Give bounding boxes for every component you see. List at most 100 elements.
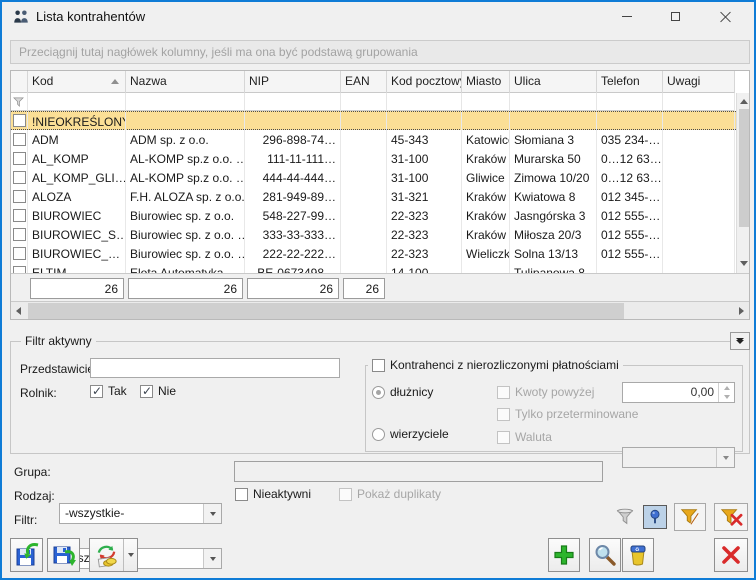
- pokaz-duplikaty-checkbox[interactable]: Pokaż duplikaty: [339, 487, 441, 501]
- radio-unselected-icon[interactable]: [372, 428, 385, 441]
- debtors-radio[interactable]: dłużnicy: [372, 385, 433, 399]
- table-row[interactable]: BIUROWIEC_S…Biurowiec sp. z o.o. …333-33…: [11, 225, 736, 244]
- checkbox-checked-icon[interactable]: [90, 385, 103, 398]
- horizontal-scrollbar-thumb[interactable]: [28, 303, 624, 319]
- column-header-kod-pocztowy[interactable]: Kod pocztowy: [387, 71, 462, 93]
- minimize-button[interactable]: [610, 2, 644, 30]
- przedstawiciel-input[interactable]: [90, 358, 340, 378]
- table-row[interactable]: AL_KOMP_GLI…AL-KOMP sp.z o.o. …444-44-44…: [11, 168, 736, 187]
- checkbox-unchecked-icon[interactable]: [13, 190, 26, 203]
- checkbox-unchecked-icon[interactable]: [372, 359, 385, 372]
- row-checkbox[interactable]: [11, 168, 28, 187]
- nieaktywni-checkbox[interactable]: Nieaktywni: [235, 487, 311, 501]
- checkbox-unchecked-icon[interactable]: [13, 266, 26, 273]
- radio-selected-icon[interactable]: [372, 386, 385, 399]
- rolnik-nie-checkbox[interactable]: Nie: [140, 384, 176, 398]
- autofilter-cell[interactable]: [597, 93, 663, 111]
- column-header-kod[interactable]: Kod: [28, 71, 126, 93]
- autofilter-cell[interactable]: [245, 93, 341, 111]
- delete-button[interactable]: ♻: [622, 538, 654, 572]
- scroll-up-icon[interactable]: [740, 99, 748, 104]
- autofilter-cell[interactable]: [510, 93, 597, 111]
- checkbox-checked-icon[interactable]: [140, 385, 153, 398]
- cell: 14-100: [387, 263, 462, 273]
- grid-autofilter-row[interactable]: [11, 93, 735, 111]
- spinner-arrows-icon[interactable]: [718, 383, 734, 402]
- column-header-ulica[interactable]: Ulica: [510, 71, 597, 93]
- autofilter-cell[interactable]: [126, 93, 245, 111]
- przeterminowane-checkbox[interactable]: Tylko przeterminowane: [497, 407, 638, 421]
- chevron-down-icon[interactable]: [203, 549, 221, 568]
- checkbox-unchecked-icon[interactable]: [13, 114, 26, 127]
- add-button[interactable]: [548, 538, 580, 572]
- creditors-radio[interactable]: wierzyciele: [372, 427, 449, 441]
- checkbox-unchecked-icon[interactable]: [13, 209, 26, 222]
- rolnik-tak-checkbox[interactable]: Tak: [90, 384, 127, 398]
- pin-filter-button[interactable]: [643, 505, 667, 529]
- column-header-nip[interactable]: NIP: [245, 71, 341, 93]
- close-button[interactable]: [714, 538, 748, 572]
- filter-funnel-button[interactable]: [610, 503, 640, 531]
- cell: [341, 112, 387, 131]
- checkbox-unchecked-icon[interactable]: [13, 247, 26, 260]
- scroll-left-icon[interactable]: [16, 307, 21, 315]
- autofilter-cell[interactable]: [387, 93, 462, 111]
- chevron-down-icon[interactable]: [716, 448, 734, 467]
- operations-button[interactable]: [89, 538, 138, 572]
- autofilter-cell[interactable]: [663, 93, 735, 111]
- table-row[interactable]: BIUROWIEC_…Biurowiec sp. z o.o. …222-22-…: [11, 244, 736, 263]
- vertical-scrollbar-thumb[interactable]: [739, 109, 750, 227]
- row-checkbox[interactable]: [11, 187, 28, 206]
- checkbox-unchecked-icon[interactable]: [235, 488, 248, 501]
- row-checkbox[interactable]: [11, 130, 28, 149]
- horizontal-scrollbar[interactable]: [11, 301, 750, 319]
- scroll-right-icon[interactable]: [739, 307, 744, 315]
- grupa-dropdown[interactable]: -wszystkie-: [59, 503, 222, 524]
- chevron-down-icon[interactable]: [203, 504, 221, 523]
- table-row[interactable]: AL_KOMPAL-KOMP sp.z o.o. …111-11-111…31-…: [11, 149, 736, 168]
- close-window-button[interactable]: [708, 2, 742, 30]
- row-checkbox[interactable]: [11, 206, 28, 225]
- amount-spinner[interactable]: 0,00: [622, 382, 735, 403]
- autofilter-cell[interactable]: [462, 93, 510, 111]
- kwoty-powyzej-checkbox[interactable]: Kwoty powyżej: [497, 385, 594, 399]
- column-header-telefon[interactable]: Telefon: [597, 71, 663, 93]
- table-row[interactable]: BIUROWIECBiurowiec sp. z o.o.548-227-99……: [11, 206, 736, 225]
- collapse-panel-button[interactable]: [730, 332, 750, 350]
- table-row[interactable]: ELTIMElota Automatyka…BE-0673498…14-100T…: [11, 263, 736, 273]
- view-button[interactable]: [589, 538, 621, 572]
- table-row[interactable]: ALOZAF.H. ALOZA sp. z o.o.281-949-89…31-…: [11, 187, 736, 206]
- checkbox-unchecked-icon[interactable]: [13, 152, 26, 165]
- row-checkbox[interactable]: [11, 225, 28, 244]
- column-header-ean[interactable]: EAN: [341, 71, 387, 93]
- operations-dropdown-arrow[interactable]: [123, 539, 137, 571]
- table-row[interactable]: !NIEOKREŚLONY!: [11, 111, 736, 130]
- group-by-bar[interactable]: Przeciągnij tutaj nagłówek kolumny, jeśl…: [10, 40, 750, 64]
- filter-edit-button[interactable]: [674, 503, 706, 531]
- import-button[interactable]: [47, 538, 80, 572]
- title-bar[interactable]: Lista kontrahentów: [2, 2, 754, 32]
- checkbox-unchecked-icon[interactable]: [13, 228, 26, 241]
- rodzaj-dropdown[interactable]: -wszystkie-: [59, 548, 222, 569]
- maximize-button[interactable]: [658, 2, 692, 30]
- payments-checkbox[interactable]: Kontrahenci z nierozliczonymi płatnościa…: [372, 358, 619, 372]
- filter-clear-button[interactable]: [714, 503, 748, 531]
- currency-dropdown[interactable]: [622, 447, 735, 468]
- column-header-nazwa[interactable]: Nazwa: [126, 71, 245, 93]
- column-header-miasto[interactable]: Miasto: [462, 71, 510, 93]
- scroll-down-icon[interactable]: [740, 261, 748, 266]
- row-checkbox[interactable]: [11, 149, 28, 168]
- export-button[interactable]: [10, 538, 43, 572]
- row-checkbox[interactable]: [11, 112, 28, 129]
- autofilter-cell[interactable]: [28, 93, 126, 111]
- table-row[interactable]: ADMADM sp. z o.o.296-898-74…45-343Katowi…: [11, 130, 736, 149]
- column-header-uwagi[interactable]: Uwagi: [663, 71, 735, 93]
- waluta-checkbox[interactable]: Waluta: [497, 430, 552, 444]
- autofilter-cell[interactable]: [341, 93, 387, 111]
- checkbox-unchecked-icon[interactable]: [13, 171, 26, 184]
- row-checkbox[interactable]: [11, 263, 28, 273]
- autofilter-funnel-cell[interactable]: [11, 93, 28, 111]
- vertical-scrollbar[interactable]: [736, 93, 750, 273]
- checkbox-unchecked-icon[interactable]: [13, 133, 26, 146]
- row-checkbox[interactable]: [11, 244, 28, 263]
